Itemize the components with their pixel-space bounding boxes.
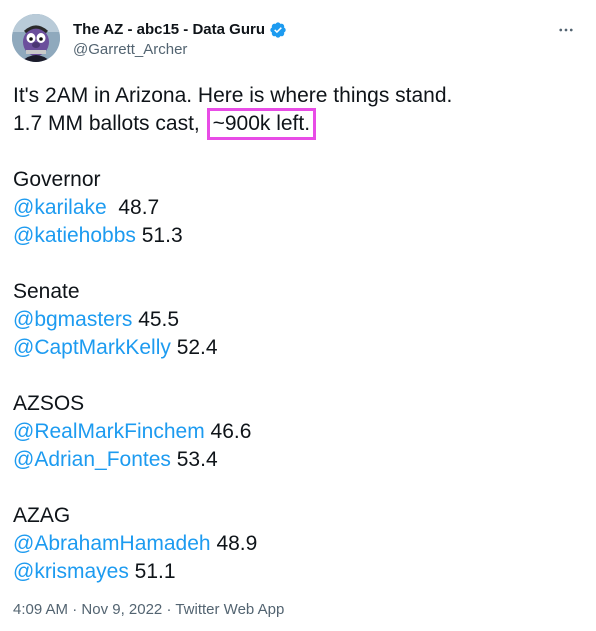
race-azsos: AZSOS @RealMarkFinchem 46.6 @Adrian_Font…: [13, 390, 583, 474]
ballots-line: 1.7 MM ballots cast, ~900k left.: [13, 108, 583, 140]
highlighted-remaining-ballots: ~900k left.: [206, 108, 317, 140]
candidate-row: @katiehobbs 51.3: [13, 222, 583, 250]
race-governor: Governor @karilake 48.7 @katiehobbs 51.3: [13, 166, 583, 250]
candidate-value: 51.1: [134, 560, 176, 583]
mention-link[interactable]: @krismayes: [13, 560, 129, 583]
candidate-row: @bgmasters 45.5: [13, 306, 583, 334]
candidate-value: 51.3: [141, 224, 183, 247]
race-title: AZSOS: [13, 392, 85, 415]
mention-link[interactable]: @RealMarkFinchem: [13, 420, 205, 443]
tweet-date[interactable]: Nov 9, 2022: [81, 601, 162, 618]
tweet-time[interactable]: 4:09 AM: [13, 601, 68, 618]
candidate-value: 53.4: [176, 448, 218, 471]
tweet-metadata: 4:09 AM · Nov 9, 2022 · Twitter Web App: [13, 600, 284, 620]
mention-link[interactable]: @bgmasters: [13, 308, 132, 331]
race-title: Governor: [13, 168, 101, 191]
tweet-source[interactable]: Twitter Web App: [175, 601, 284, 618]
candidate-value: 52.4: [176, 336, 218, 359]
verified-badge-icon: [269, 21, 287, 39]
candidate-row: @karilake 48.7: [13, 194, 583, 222]
candidate-row: @AbrahamHamadeh 48.9: [13, 530, 583, 558]
candidate-row: @krismayes 51.1: [13, 558, 583, 586]
race-title: AZAG: [13, 504, 71, 527]
avatar-image: [12, 14, 60, 62]
separator: ·: [68, 601, 82, 618]
tweet-card: The AZ - abc15 - Data Guru @Garrett_Arch…: [0, 0, 596, 631]
author-handle[interactable]: @Garrett_Archer: [73, 40, 187, 60]
more-options-icon[interactable]: [554, 18, 578, 42]
tweet-text: It's 2AM in Arizona. Here is where thing…: [13, 82, 583, 586]
candidate-value: 45.5: [138, 308, 180, 331]
avatar[interactable]: [12, 14, 60, 62]
ballots-prefix: 1.7 MM ballots cast,: [13, 112, 206, 135]
mention-link[interactable]: @karilake: [13, 196, 107, 219]
author-name-row: The AZ - abc15 - Data Guru: [73, 20, 287, 40]
race-azag: AZAG @AbrahamHamadeh 48.9 @krismayes 51.…: [13, 502, 583, 586]
mention-link[interactable]: @CaptMarkKelly: [13, 336, 171, 359]
race-title: Senate: [13, 280, 80, 303]
candidate-row: @RealMarkFinchem 46.6: [13, 418, 583, 446]
mention-link[interactable]: @AbrahamHamadeh: [13, 532, 211, 555]
candidate-value: 48.9: [216, 532, 258, 555]
candidate-row: @CaptMarkKelly 52.4: [13, 334, 583, 362]
mention-link[interactable]: @Adrian_Fontes: [13, 448, 171, 471]
tweet-intro-line: It's 2AM in Arizona. Here is where thing…: [13, 84, 453, 107]
candidate-value: 48.7: [118, 196, 160, 219]
mention-link[interactable]: @katiehobbs: [13, 224, 136, 247]
separator: ·: [162, 601, 176, 618]
candidate-row: @Adrian_Fontes 53.4: [13, 446, 583, 474]
candidate-value: 46.6: [210, 420, 252, 443]
race-senate: Senate @bgmasters 45.5 @CaptMarkKelly 52…: [13, 278, 583, 362]
author-display-name[interactable]: The AZ - abc15 - Data Guru: [73, 20, 265, 40]
